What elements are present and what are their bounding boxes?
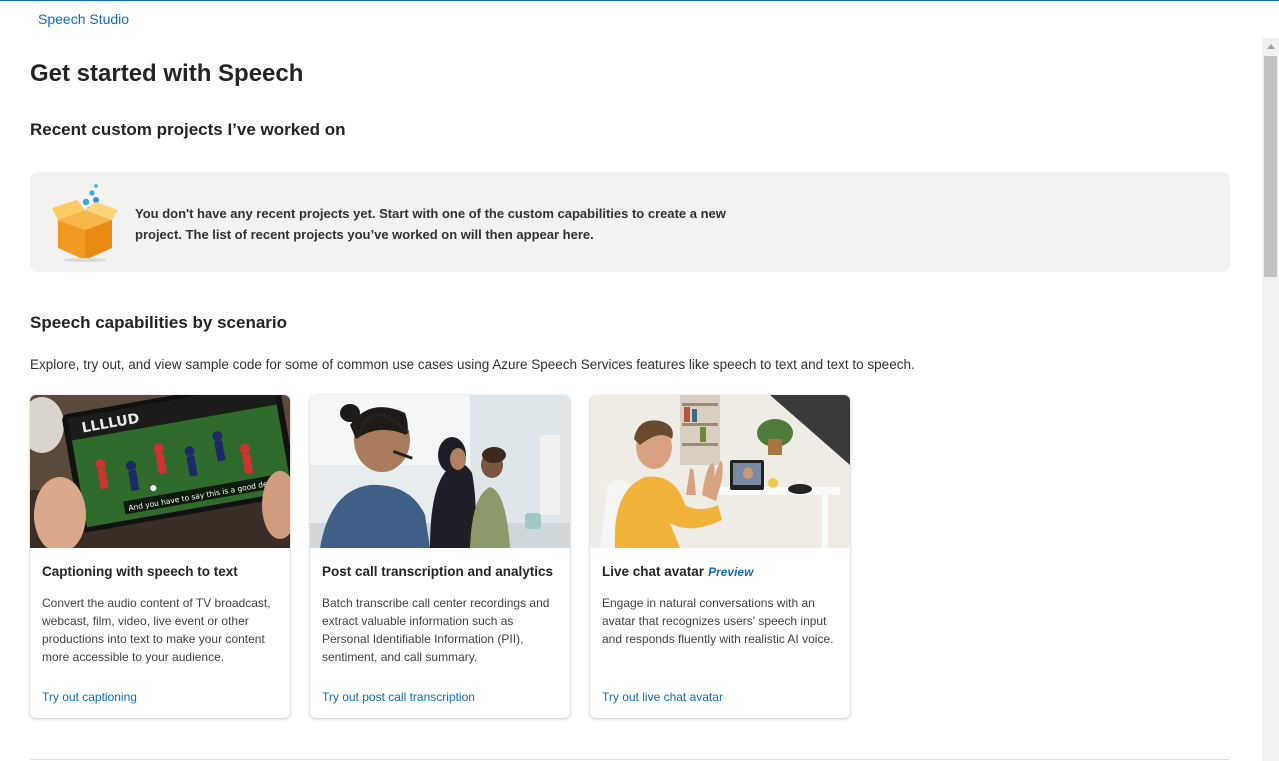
live-chat-avatar-card-image	[590, 395, 850, 548]
card-description-live-chat-avatar: Engage in natural conversations with an …	[602, 596, 834, 646]
card-title-post-call: Post call transcription and analytics	[322, 564, 554, 579]
card-title-captioning: Captioning with speech to text	[42, 564, 238, 579]
try-live-chat-avatar-link[interactable]: Try out live chat avatar	[602, 690, 723, 704]
scenarios-description: Explore, try out, and view sample code f…	[30, 357, 915, 372]
card-description-captioning: Convert the audio content of TV broadcas…	[42, 596, 271, 664]
vertical-scrollbar[interactable]	[1262, 38, 1279, 761]
recent-projects-empty-panel: You don't have any recent projects yet. …	[30, 172, 1230, 272]
preview-badge: Preview	[708, 565, 754, 579]
top-accent-line	[0, 0, 1279, 1]
card-live-chat-avatar[interactable]: Live chat avatar Preview Engage in natura…	[590, 395, 850, 718]
card-title-live-chat-avatar: Live chat avatar Preview	[602, 564, 753, 579]
try-post-call-link[interactable]: Try out post call transcription	[322, 690, 475, 704]
scroll-thumb[interactable]	[1264, 56, 1277, 277]
post-call-card-image	[310, 395, 570, 548]
open-box-icon	[52, 184, 118, 262]
card-captioning[interactable]: LLLLUD And you have to say this is a goo…	[30, 395, 290, 718]
brand-link[interactable]: Speech Studio	[38, 11, 129, 27]
recent-projects-heading: Recent custom projects I’ve worked on	[30, 120, 346, 139]
scenarios-heading: Speech capabilities by scenario	[30, 313, 288, 332]
try-captioning-link[interactable]: Try out captioning	[42, 690, 137, 704]
card-title-text: Live chat avatar	[602, 564, 705, 579]
section-divider	[30, 759, 1230, 760]
card-post-call-transcription[interactable]: Post call transcription and analytics Ba…	[310, 395, 570, 718]
card-description-post-call: Batch transcribe call center recordings …	[322, 596, 550, 664]
captioning-card-image: LLLLUD And you have to say this is a goo…	[30, 395, 290, 548]
scroll-up-arrow-icon[interactable]	[1262, 38, 1279, 55]
empty-projects-message: You don't have any recent projects yet. …	[135, 206, 726, 242]
page-title: Get started with Speech	[30, 60, 304, 87]
